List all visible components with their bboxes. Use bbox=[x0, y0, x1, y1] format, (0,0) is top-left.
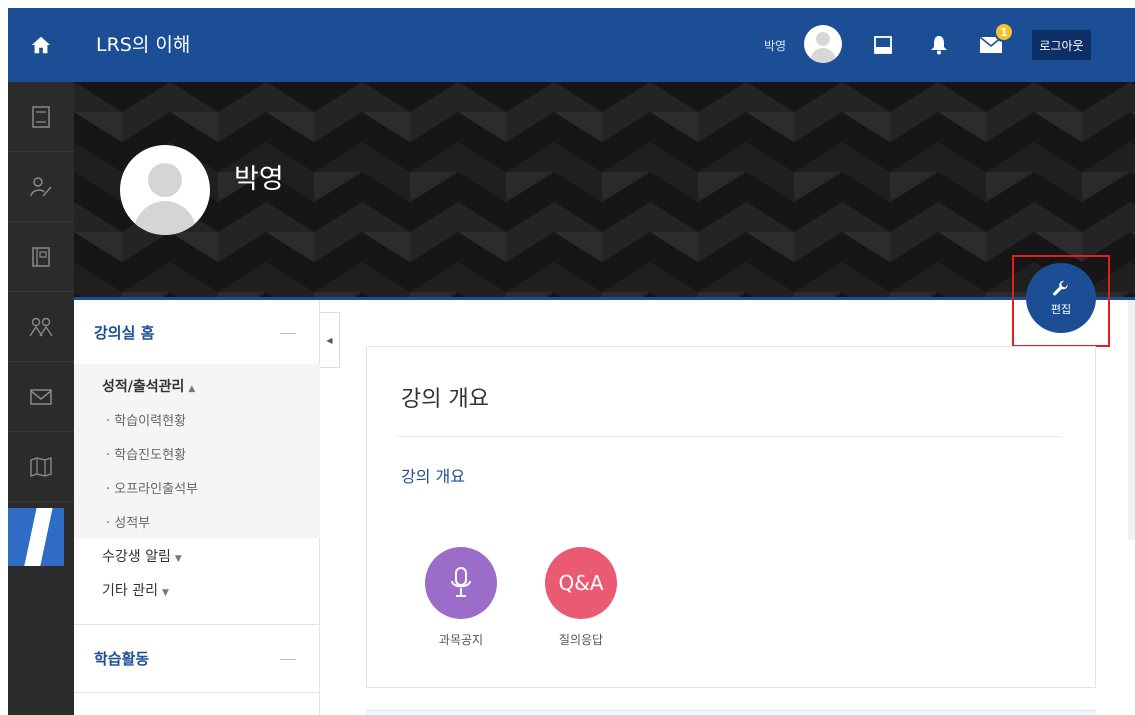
map-icon bbox=[30, 456, 52, 477]
wrench-icon bbox=[1053, 280, 1068, 295]
nav-divider bbox=[74, 624, 320, 625]
nav-section-activity[interactable]: 학습활동 bbox=[94, 648, 149, 669]
chevron-left-icon: ◀ bbox=[326, 335, 333, 345]
microphone-icon bbox=[451, 567, 471, 597]
bell-icon bbox=[931, 36, 947, 55]
profile-avatar[interactable] bbox=[120, 145, 210, 235]
course-nav: 강의실 홈 성적/출석관리 ▲ · 학습이력현황 · 학습진도현황 · 오프라인출… bbox=[74, 300, 320, 715]
activity-notice-label: 과목공지 bbox=[438, 633, 484, 647]
activity-qna-label: 질의응답 bbox=[558, 633, 604, 647]
collapse-home-dash[interactable] bbox=[280, 333, 296, 334]
nav-item-history[interactable]: · 학습이력현황 bbox=[106, 410, 186, 429]
nav-group-student-alert[interactable]: 수강생 알림 ▼ bbox=[102, 546, 182, 566]
notification-button[interactable] bbox=[924, 30, 954, 60]
rail-profile-button[interactable] bbox=[8, 152, 74, 222]
top-navbar: LRS의 이해 박영 1 로그아웃 bbox=[74, 8, 1135, 82]
book-icon bbox=[32, 105, 50, 128]
course-overview-card: 강의 개요 강의 개요 과목공지 Q&A 질의응답 bbox=[366, 346, 1096, 688]
activity-notice[interactable]: 과목공지 bbox=[424, 547, 498, 648]
user-name[interactable]: 박영 bbox=[764, 37, 786, 54]
home-button[interactable] bbox=[8, 8, 74, 82]
rail-logo-icon bbox=[8, 508, 64, 566]
rail-people-button[interactable] bbox=[8, 292, 74, 362]
course-title[interactable]: LRS의 이해 bbox=[96, 30, 190, 57]
nav-group-student-alert-label: 수강생 알림 bbox=[102, 549, 171, 565]
mail-icon bbox=[30, 388, 52, 405]
nav-item-attendance[interactable]: · 오프라인출석부 bbox=[106, 478, 198, 497]
nav-group-grades[interactable]: 성적/출석관리 ▲ bbox=[102, 376, 195, 396]
nav-group-other[interactable]: 기타 관리 ▼ bbox=[102, 580, 169, 600]
rail-message-button[interactable] bbox=[8, 362, 74, 432]
nav-item-progress[interactable]: · 학습진도현황 bbox=[106, 444, 186, 463]
nav-collapse-button[interactable]: ◀ bbox=[320, 312, 340, 368]
overview-link[interactable]: 강의 개요 bbox=[401, 463, 465, 487]
notebook-icon bbox=[32, 246, 50, 267]
activity-notice-circle[interactable] bbox=[425, 547, 497, 619]
scrollbar[interactable] bbox=[1128, 300, 1135, 540]
panel-toggle-button[interactable] bbox=[868, 30, 898, 60]
caret-down-icon: ▼ bbox=[174, 554, 182, 564]
card-divider bbox=[397, 436, 1061, 437]
caret-down-icon: ▼ bbox=[161, 588, 169, 598]
rail-map-button[interactable] bbox=[8, 432, 74, 502]
activity-qna-circle[interactable]: Q&A bbox=[545, 547, 617, 619]
profile-name: 박영 bbox=[234, 164, 284, 195]
edit-highlight-box: 편집 bbox=[1012, 255, 1110, 347]
rail-course-button[interactable] bbox=[8, 82, 74, 152]
panel-icon bbox=[874, 36, 892, 54]
qna-icon: Q&A bbox=[558, 571, 604, 595]
nav-group-other-label: 기타 관리 bbox=[102, 583, 158, 599]
edit-label: 편집 bbox=[1050, 302, 1072, 316]
collapse-activity-dash[interactable] bbox=[280, 659, 296, 660]
caret-up-icon: ▲ bbox=[188, 384, 196, 394]
nav-section-home[interactable]: 강의실 홈 bbox=[94, 322, 154, 343]
logout-button[interactable]: 로그아웃 bbox=[1032, 30, 1091, 60]
home-icon bbox=[31, 36, 51, 54]
edit-button[interactable]: 편집 bbox=[1026, 263, 1096, 333]
left-icon-rail bbox=[8, 8, 74, 715]
people-icon bbox=[29, 317, 53, 336]
nav-group-grades-label: 성적/출석관리 bbox=[102, 379, 185, 395]
next-section-edge bbox=[366, 710, 1096, 715]
nav-item-gradebook[interactable]: · 성적부 bbox=[106, 512, 150, 531]
person-edit-icon bbox=[30, 176, 52, 196]
message-count-badge: 1 bbox=[994, 22, 1014, 42]
card-title: 강의 개요 bbox=[401, 387, 489, 412]
nav-divider bbox=[74, 692, 320, 693]
rail-board-button[interactable] bbox=[8, 222, 74, 292]
user-avatar[interactable] bbox=[804, 25, 842, 63]
activity-qna[interactable]: Q&A 질의응답 bbox=[544, 547, 618, 648]
profile-banner: 박영 bbox=[74, 82, 1135, 298]
